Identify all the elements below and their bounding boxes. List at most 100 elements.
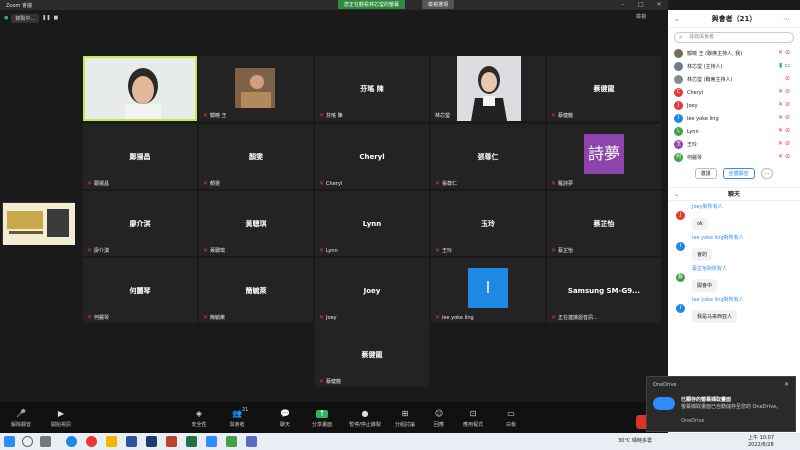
video-tile[interactable]: 詩夢 ✕ 羅詩夢 <box>547 124 661 189</box>
video-tile[interactable]: Lynn ✕ Lynn <box>315 191 429 256</box>
video-tile[interactable]: 林芯瑩 <box>83 56 197 121</box>
recording-indicator[interactable]: 錄製中... <box>11 13 40 23</box>
more-options-button[interactable]: ... <box>760 168 774 179</box>
participant-row[interactable]: C Cheryl ✕ ⊘ <box>668 86 800 99</box>
video-tile[interactable]: Joey ✕ Joey <box>315 258 429 323</box>
toolbar-breakout-button[interactable]: ⊞ 分組討論 <box>386 410 424 429</box>
participant-label-text: 顏雯 <box>210 181 221 187</box>
participant-row[interactable]: l lee yoke ling ✕ ⊘ <box>668 112 800 125</box>
task-view-icon[interactable] <box>40 436 51 447</box>
participant-avatar: L <box>674 127 683 136</box>
toolbar-participants-button[interactable]: 👥 與會者 21 <box>218 407 256 428</box>
video-off-icon: ⊘ <box>784 127 790 134</box>
notification-close-icon[interactable]: ✕ <box>784 381 789 388</box>
video-tile[interactable]: 芬瑤 陳 ✕ 芬瑤 陳 <box>315 56 429 121</box>
video-tile[interactable]: 張尊仁 ✕ 張尊仁 <box>431 124 545 189</box>
word-icon[interactable] <box>126 436 137 447</box>
search-taskbar-icon[interactable] <box>22 436 33 447</box>
weather-widget[interactable]: 30°C 晴時多雲 <box>618 437 652 444</box>
toolbar-shield-button[interactable]: ◈ 安全性 <box>180 410 218 429</box>
video-tile[interactable]: 簡毓萊 ✕ 簡毓萊 <box>199 258 313 323</box>
participant-row[interactable]: 林芯瑩 (聯席主持人) ⊘ <box>668 73 800 86</box>
participant-label-text: 林芯瑩 <box>435 113 451 119</box>
video-tile[interactable]: 黃聰琪 ✕ 黃聰琪 <box>199 191 313 256</box>
participant-name: Lynn <box>687 128 699 135</box>
photoshop-icon[interactable] <box>146 436 157 447</box>
video-tile[interactable]: 蔡健龍 ✕ 蔡健龍 <box>315 322 429 387</box>
invite-button[interactable]: 邀請 <box>694 168 717 179</box>
view-button[interactable]: 檢視 <box>636 13 646 20</box>
mic-muted-icon: ✕ <box>203 180 209 187</box>
maximize-icon[interactable]: □ <box>634 0 648 10</box>
video-tile[interactable]: ✕ 鄒曉 王 <box>199 56 313 121</box>
collapse-chevron-icon[interactable]: ⌄ <box>674 10 680 28</box>
participant-search-input[interactable]: ⌕ 尋找與會者 <box>674 32 794 43</box>
chat-avatar: l <box>676 242 685 251</box>
participant-row[interactable]: J Joey ✕ ⊘ <box>668 99 800 112</box>
chat-collapse-icon[interactable]: ⌄ <box>674 188 679 201</box>
onedrive-notification[interactable]: OneDrive ✕ 已關存的螢幕擷取畫面 螢幕擷取畫面已自動儲存至您的 One… <box>646 376 796 432</box>
toolbar-reaction-button[interactable]: ☺ 回應 <box>420 410 458 429</box>
mute-all-button[interactable]: 全體靜音 <box>722 168 755 179</box>
video-tile[interactable]: 林芯瑩 <box>431 56 545 121</box>
excel-icon[interactable] <box>186 436 197 447</box>
line-icon[interactable] <box>226 436 237 447</box>
mic-muted-icon: ✕ <box>551 180 557 187</box>
mic-muted-icon: ✕ <box>435 180 441 187</box>
view-options-button[interactable]: 檢視選項 <box>422 0 455 9</box>
toolbar-apps-button[interactable]: ⊡ 應用程式 <box>454 410 492 429</box>
chrome-browser-icon[interactable] <box>86 436 97 447</box>
zoom-taskbar-icon[interactable] <box>206 436 217 447</box>
toolbar-chat-button[interactable]: 💬 聊天 <box>266 410 304 429</box>
mic-muted-icon: ✕ <box>551 314 557 321</box>
participant-row[interactable]: L Lynn ✕ ⊘ <box>668 125 800 138</box>
shield-status-icon[interactable]: ● <box>4 15 8 21</box>
toolbar-video-camera-button[interactable]: ▶ 開始視訊 <box>42 409 80 429</box>
teams-icon[interactable] <box>246 436 257 447</box>
close-window-icon[interactable]: ✕ <box>652 0 666 10</box>
participant-label: ✕ 正在連接語音訊... <box>551 314 598 321</box>
file-explorer-icon[interactable] <box>106 436 117 447</box>
participant-row[interactable]: 何何麗琴 ✕ ⊘ <box>668 151 800 164</box>
participant-label: ✕ 黃聰琪 <box>203 247 225 254</box>
panel-popout-icon[interactable]: ⋯ <box>783 10 790 28</box>
toolbar-microphone-button[interactable]: 🎤 解除靜音 <box>2 410 40 429</box>
clock-time[interactable]: 上午 10:07 <box>748 434 774 441</box>
video-tile[interactable]: l ✕ lee yoke ling <box>431 258 545 323</box>
edge-browser-icon[interactable] <box>66 436 77 447</box>
video-tile[interactable]: 廖介淇 ✕ 廖介淇 <box>83 191 197 256</box>
participant-name: 鄒曉 王 (聯席主持人, 我) <box>687 51 743 57</box>
participant-label-text: 何麗琴 <box>94 315 110 321</box>
participant-label: ✕ Joey <box>319 314 337 321</box>
video-tile[interactable]: 玉玲 ✕ 王玲 <box>431 191 545 256</box>
video-tile[interactable]: 鄭揚昌 ✕ 鄭揚昌 <box>83 124 197 189</box>
participant-row[interactable]: 林芯瑩 (主持人) ▮ ▭ <box>668 60 800 73</box>
video-tile[interactable]: 何麗琴 ✕ 何麗琴 <box>83 258 197 323</box>
minimize-icon[interactable]: – <box>616 0 630 10</box>
powerpoint-icon[interactable] <box>166 436 177 447</box>
clock-date[interactable]: 2022/6/28 <box>748 442 774 448</box>
toolbar-share-screen-button[interactable]: ↑ 分享畫面 <box>303 410 341 429</box>
participant-count-badge: 21 <box>242 407 249 413</box>
toolbar-whiteboard-button[interactable]: ▭ 白板 <box>492 410 530 429</box>
chat-bubble: ok <box>692 218 708 230</box>
toolbar-record-button[interactable]: ● 暫停/停止錄製 <box>346 409 384 429</box>
participant-status-icons: ▮ ▭ <box>779 62 790 69</box>
stop-icon[interactable]: ■ <box>54 15 59 21</box>
video-camera-icon: ▶ <box>57 409 65 418</box>
participant-row[interactable]: 鄒曉 王 (聯席主持人, 我) ✕ ⊘ <box>668 47 800 60</box>
shared-screen-thumbnail[interactable] <box>2 202 75 245</box>
participant-name: Cheryl <box>359 152 385 161</box>
pause-icon[interactable]: ❚❚ <box>42 15 50 21</box>
participant-actions: 邀請 全體靜音 ... <box>668 168 800 179</box>
video-tile[interactable]: Samsung SM-G9... ✕ 正在連接語音訊... <box>547 258 661 323</box>
record-icon: ● <box>361 409 369 418</box>
participant-label: ✕ 蔡健龍 <box>319 378 341 385</box>
start-menu-icon[interactable] <box>4 436 15 447</box>
video-tile[interactable]: 顏雯 ✕ 顏雯 <box>199 124 313 189</box>
video-tile[interactable]: 蔡健龍 ✕ 蔡健龍 <box>547 56 661 121</box>
video-tile[interactable]: 蔡芷怡 ✕ 蔡芷怡 <box>547 191 661 256</box>
mic-muted-icon: ✕ <box>319 378 325 385</box>
video-tile[interactable]: Cheryl ✕ Cheryl <box>315 124 429 189</box>
participant-row[interactable]: 玉王玲 ✕ ⊘ <box>668 138 800 151</box>
